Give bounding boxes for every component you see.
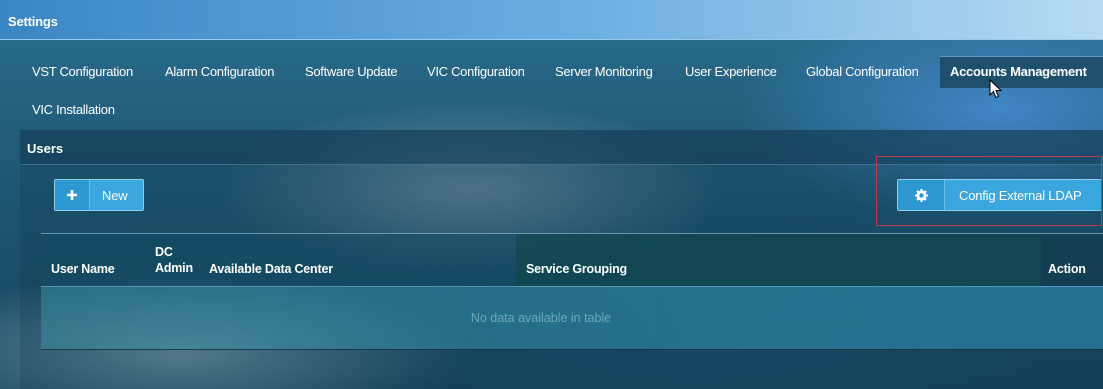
ldap-highlight-box [876,156,1102,226]
tab-user-experience[interactable]: User Experience [685,56,777,88]
new-user-button[interactable]: New [54,179,144,211]
column-header-action[interactable]: Action [1048,262,1086,276]
tab-server-monitoring[interactable]: Server Monitoring [555,56,653,88]
new-button-label: New [102,187,128,203]
tab-vic-configuration[interactable]: VIC Configuration [427,56,525,88]
column-header-available-data-center[interactable]: Available Data Center [209,262,333,276]
empty-table-message: No data available in table [470,311,612,325]
column-header-dc-admin-line1[interactable]: DC [155,245,173,259]
settings-header-bar: Settings [0,0,1103,40]
tab-vst-configuration[interactable]: VST Configuration [32,56,133,88]
tab-software-update[interactable]: Software Update [305,56,398,88]
users-panel-title: Users [27,141,64,156]
tab-alarm-configuration[interactable]: Alarm Configuration [165,56,274,88]
table-header: User Name DC Admin Available Data Center… [41,233,1103,287]
settings-tabs: VST Configuration Alarm Configuration So… [0,40,1103,128]
tab-global-configuration[interactable]: Global Configuration [806,56,919,88]
column-header-user-name[interactable]: User Name [51,262,115,276]
column-header-service-grouping[interactable]: Service Grouping [526,262,627,276]
column-header-dc-admin-line2[interactable]: Admin [155,261,193,275]
page-title: Settings [8,14,58,29]
users-table: User Name DC Admin Available Data Center… [41,233,1103,350]
service-grouping-column-bg [516,234,1041,286]
plus-icon [55,180,90,210]
tab-accounts-management[interactable]: Accounts Management [940,56,1103,88]
tab-vic-installation[interactable]: VIC Installation [32,94,115,126]
action-column-bg [1041,234,1103,286]
table-body: No data available in table [41,286,1103,350]
mouse-cursor-icon [989,79,1003,99]
